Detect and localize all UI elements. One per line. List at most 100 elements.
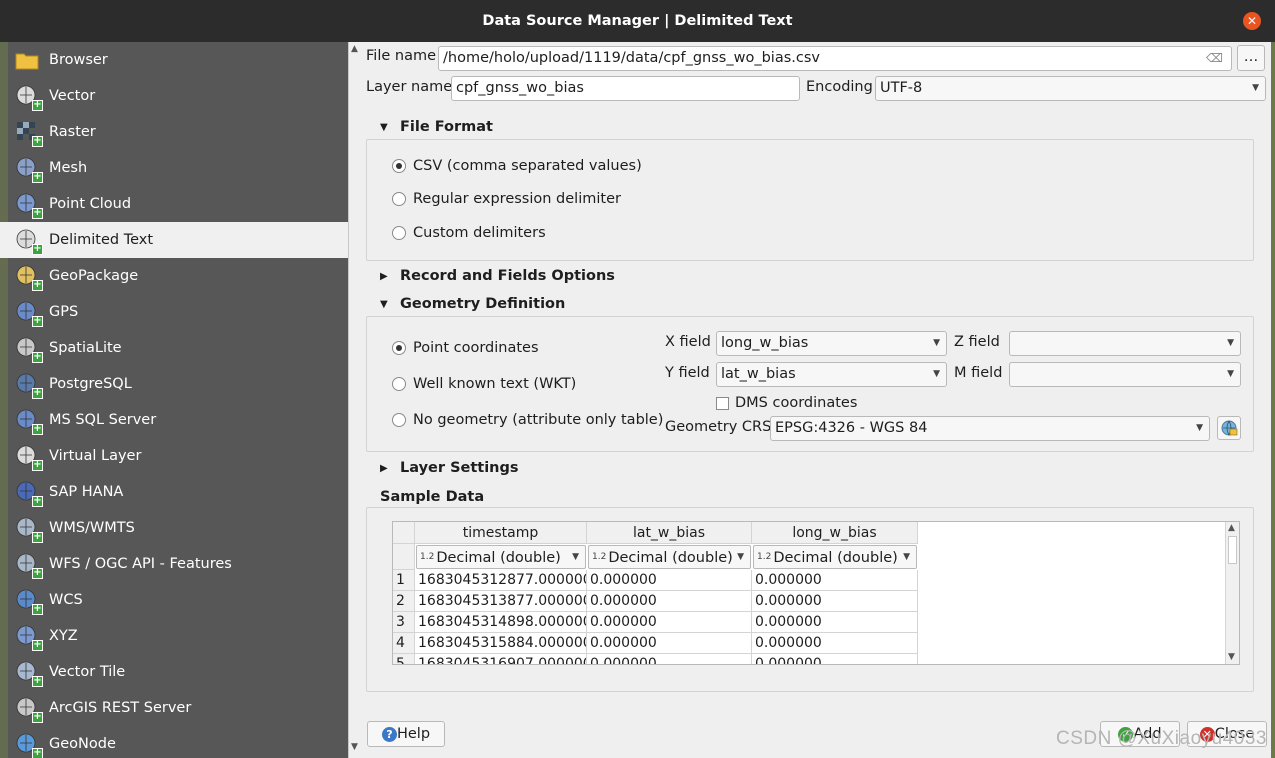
sidebar-item-vector[interactable]: + Vector bbox=[0, 78, 348, 114]
sidebar-item-label: PostgreSQL bbox=[49, 376, 132, 392]
table-cell[interactable]: 1683045314898.000000 bbox=[415, 612, 587, 633]
radio-point-coordinates[interactable]: Point coordinates bbox=[392, 340, 539, 356]
table-cell[interactable]: 1683045312877.000000 bbox=[415, 570, 587, 591]
radio-custom[interactable]: Custom delimiters bbox=[392, 225, 546, 241]
sidebar-item-label: Vector Tile bbox=[49, 664, 126, 680]
scroll-down-icon[interactable]: ▼ bbox=[1228, 652, 1235, 662]
sample-data-table[interactable]: timestamp lat_w_bias long_w_bias 1.2 Deci… bbox=[392, 521, 1240, 665]
type-select-long[interactable]: 1.2 Decimal (double) ▼ bbox=[753, 545, 917, 569]
sidebar-item-wcs[interactable]: + WCS bbox=[0, 582, 348, 618]
file-name-input[interactable]: /home/holo/upload/1119/data/cpf_gnss_wo_… bbox=[438, 46, 1232, 71]
column-header-timestamp[interactable]: timestamp bbox=[415, 522, 587, 544]
radio-csv[interactable]: CSV (comma separated values) bbox=[392, 158, 642, 174]
geometry-header[interactable]: ▼ Geometry Definition bbox=[380, 296, 565, 312]
folder-icon bbox=[14, 47, 40, 73]
sidebar-item-delimited-text[interactable]: + Delimited Text bbox=[0, 222, 348, 258]
sidebar-item-gps[interactable]: + GPS bbox=[0, 294, 348, 330]
radio-dot bbox=[392, 159, 406, 173]
m-field-select[interactable]: ▼ bbox=[1009, 362, 1241, 387]
radio-regex[interactable]: Regular expression delimiter bbox=[392, 191, 621, 207]
plus-icon: + bbox=[32, 747, 43, 758]
sidebar-item-wms-wmts[interactable]: + WMS/WMTS bbox=[0, 510, 348, 546]
sidebar-item-geonode[interactable]: + GeoNode bbox=[0, 726, 348, 758]
window-close-button[interactable]: ✕ bbox=[1243, 12, 1261, 30]
type-select-timestamp[interactable]: 1.2 Decimal (double) ▼ bbox=[416, 545, 586, 569]
sidebar-item-xyz[interactable]: + XYZ bbox=[0, 618, 348, 654]
sidebar-item-label: SpatiaLite bbox=[49, 340, 122, 356]
table-cell[interactable]: 1683045313877.000000 bbox=[415, 591, 587, 612]
sidebar-item-browser[interactable]: Browser bbox=[0, 42, 348, 78]
layer-name-input[interactable]: cpf_gnss_wo_bias bbox=[451, 76, 800, 101]
column-header-lat[interactable]: lat_w_bias bbox=[587, 522, 752, 544]
radio-wkt[interactable]: Well known text (WKT) bbox=[392, 376, 576, 392]
globe-icon bbox=[1221, 420, 1238, 436]
encoding-select[interactable]: UTF-8 ▼ bbox=[875, 76, 1266, 101]
sidebar-item-wfs-ogc-api-features[interactable]: + WFS / OGC API - Features bbox=[0, 546, 348, 582]
sidebar-item-spatialite[interactable]: + SpatiaLite bbox=[0, 330, 348, 366]
radio-no-geometry[interactable]: No geometry (attribute only table) bbox=[392, 412, 663, 428]
sidebar-item-mesh[interactable]: + Mesh bbox=[0, 150, 348, 186]
file-format-header[interactable]: ▼ File Format bbox=[380, 119, 493, 135]
crs-selector-button[interactable] bbox=[1217, 416, 1241, 440]
plus-icon: + bbox=[32, 99, 43, 111]
table-scrollbar[interactable]: ▲ ▼ bbox=[1225, 522, 1239, 664]
sidebar-item-vector-tile[interactable]: + Vector Tile bbox=[0, 654, 348, 690]
sidebar-scrollbar[interactable]: ▲ ▼ bbox=[348, 42, 362, 758]
geometry-crs-select[interactable]: EPSG:4326 - WGS 84 ▼ bbox=[770, 416, 1210, 441]
dms-coordinates-checkbox[interactable]: DMS coordinates bbox=[716, 395, 857, 411]
table-cell[interactable]: 0.000000 bbox=[587, 591, 752, 612]
plus-icon: + bbox=[32, 567, 43, 579]
clear-icon[interactable]: ⌫ bbox=[1206, 47, 1223, 70]
table-cell[interactable]: 0.000000 bbox=[752, 654, 918, 664]
y-field-select[interactable]: lat_w_bias ▼ bbox=[716, 362, 947, 387]
scroll-down-icon[interactable]: ▼ bbox=[351, 742, 358, 752]
row-number: 3 bbox=[393, 612, 415, 633]
checkbox-box bbox=[716, 396, 729, 410]
help-button[interactable]: ? Help bbox=[367, 721, 445, 747]
table-cell[interactable]: 0.000000 bbox=[752, 570, 918, 591]
plus-icon: + bbox=[32, 603, 43, 615]
column-header-long[interactable]: long_w_bias bbox=[752, 522, 918, 544]
sap-hana-icon: + bbox=[14, 479, 43, 507]
collapse-triangle-icon: ▼ bbox=[380, 298, 388, 310]
sidebar-item-sap-hana[interactable]: + SAP HANA bbox=[0, 474, 348, 510]
table-cell[interactable]: 1683045315884.000000 bbox=[415, 633, 587, 654]
sidebar-item-virtual-layer[interactable]: + Virtual Layer bbox=[0, 438, 348, 474]
sidebar-item-ms-sql-server[interactable]: + MS SQL Server bbox=[0, 402, 348, 438]
z-field-select[interactable]: ▼ bbox=[1009, 331, 1241, 356]
file-format-group: CSV (comma separated values) Regular exp… bbox=[366, 139, 1254, 261]
radio-dot bbox=[392, 226, 406, 240]
help-label: Help bbox=[396, 726, 431, 742]
sidebar-item-raster[interactable]: + Raster bbox=[0, 114, 348, 150]
sidebar-item-geopackage[interactable]: + GeoPackage bbox=[0, 258, 348, 294]
spatialite-icon: + bbox=[14, 335, 43, 363]
table-cell[interactable]: 0.000000 bbox=[587, 612, 752, 633]
scroll-up-icon[interactable]: ▲ bbox=[351, 44, 358, 54]
chevron-down-icon: ▼ bbox=[1227, 369, 1234, 379]
plus-icon: + bbox=[32, 135, 43, 147]
table-cell[interactable]: 0.000000 bbox=[752, 591, 918, 612]
table-cell[interactable]: 0.000000 bbox=[752, 612, 918, 633]
radio-custom-label: Custom delimiters bbox=[413, 225, 546, 241]
plus-icon: + bbox=[32, 459, 43, 471]
table-cell[interactable]: 0.000000 bbox=[587, 654, 752, 664]
x-field-select[interactable]: long_w_bias ▼ bbox=[716, 331, 947, 356]
type-row-header bbox=[393, 544, 415, 570]
browse-button[interactable]: … bbox=[1237, 45, 1265, 71]
table-cell[interactable]: 0.000000 bbox=[587, 633, 752, 654]
scroll-thumb[interactable] bbox=[1228, 536, 1237, 564]
sidebar-item-label: SAP HANA bbox=[49, 484, 124, 500]
record-fields-header[interactable]: ▶ Record and Fields Options bbox=[380, 268, 615, 284]
sidebar-item-point-cloud[interactable]: + Point Cloud bbox=[0, 186, 348, 222]
layer-settings-header[interactable]: ▶ Layer Settings bbox=[380, 460, 519, 476]
sidebar-item-arcgis-rest-server[interactable]: + ArcGIS REST Server bbox=[0, 690, 348, 726]
sidebar-item-label: Virtual Layer bbox=[49, 448, 142, 464]
scroll-up-icon[interactable]: ▲ bbox=[1228, 523, 1235, 533]
type-select-lat[interactable]: 1.2 Decimal (double) ▼ bbox=[588, 545, 751, 569]
table-cell[interactable]: 0.000000 bbox=[752, 633, 918, 654]
row-number: 5 bbox=[393, 654, 415, 664]
sidebar-item-postgresql[interactable]: + PostgreSQL bbox=[0, 366, 348, 402]
table-cell[interactable]: 0.000000 bbox=[587, 570, 752, 591]
sidebar-item-label: GeoPackage bbox=[49, 268, 139, 284]
table-cell[interactable]: 1683045316907.000000 bbox=[415, 654, 587, 664]
